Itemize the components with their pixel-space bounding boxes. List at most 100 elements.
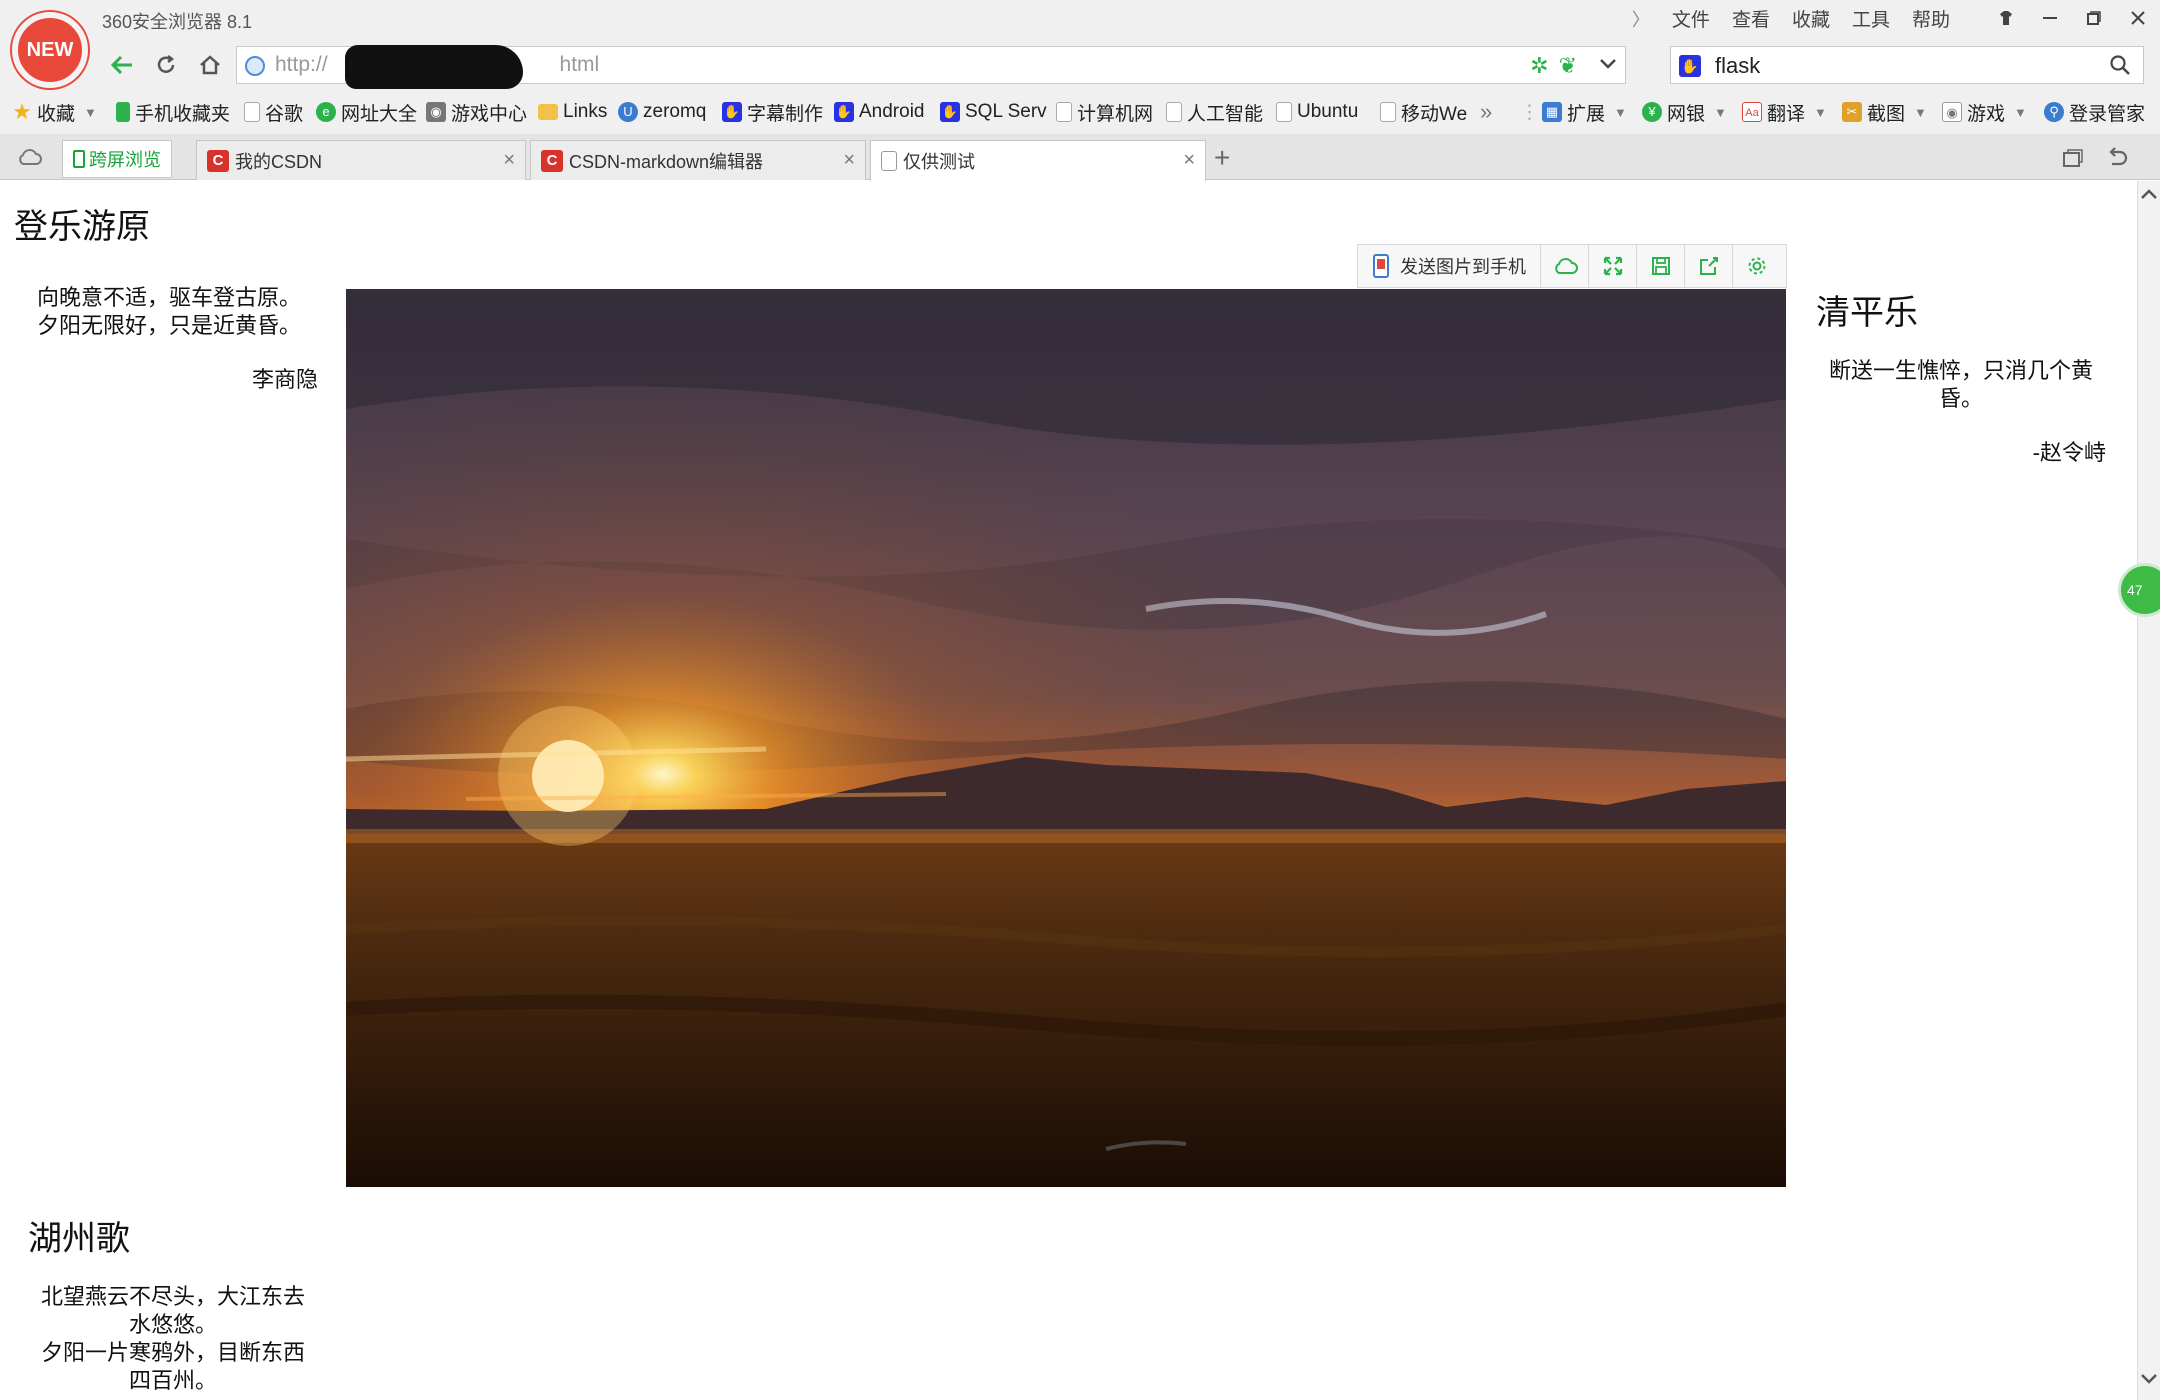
fullscreen-button[interactable] <box>1589 245 1637 287</box>
caret-down-icon[interactable]: ▼ <box>1614 105 1627 120</box>
more-bookmarks-icon[interactable]: » <box>1480 98 1492 126</box>
bookmark-item[interactable]: 谷歌 <box>244 98 303 126</box>
bookmarks-bar: ★ 收藏 ▼ 手机收藏夹 谷歌 e 网址大全 ◉ 游戏中心 Links U ze… <box>0 90 2160 134</box>
chevron-right-icon[interactable]: 〉 <box>1632 6 1650 32</box>
separator: ⋮ <box>1520 101 1539 123</box>
baidu-paw-icon[interactable]: ✋ <box>1679 55 1701 77</box>
csdn-icon: C <box>207 149 229 172</box>
page-icon <box>1166 102 1182 122</box>
gamepad-icon: ◉ <box>426 102 446 122</box>
search-icon[interactable] <box>2109 54 2131 76</box>
bookmark-item[interactable]: 移动We <box>1380 98 1467 126</box>
bookmark-label: 字幕制作 <box>747 103 824 125</box>
address-bar[interactable]: http:// html ✲ ❦ <box>236 45 1626 89</box>
poem-line: 水悠悠。 <box>128 1313 217 1338</box>
poem-title: 湖州歌 <box>28 1219 130 1259</box>
menu-favorites[interactable]: 收藏 <box>1792 5 1830 32</box>
bookmark-item[interactable]: 计算机网 <box>1056 98 1153 126</box>
bookmark-item[interactable]: 人工智能 <box>1166 98 1263 126</box>
close-tab-icon[interactable]: × <box>503 149 515 172</box>
tab-test-page[interactable]: 仅供测试 × <box>870 140 1206 181</box>
cloud-icon[interactable] <box>16 148 42 171</box>
back-button[interactable] <box>102 46 142 84</box>
u-icon: U <box>618 102 638 122</box>
toolbar-screenshot[interactable]: ✂ 截图 ▼ <box>1842 98 1927 126</box>
tab-list-icon[interactable] <box>2062 148 2084 173</box>
tab-label: 仅供测试 <box>903 152 975 172</box>
bookmark-item[interactable]: 手机收藏夹 <box>116 98 230 126</box>
menu-tools[interactable]: 工具 <box>1852 5 1890 32</box>
bookmark-item[interactable]: Ubuntu <box>1276 98 1358 126</box>
address-bar-icons: ✲ ❦ <box>1530 53 1577 79</box>
caret-down-icon[interactable]: ▼ <box>2014 105 2027 120</box>
tab-csdn-markdown[interactable]: C CSDN-markdown编辑器 × <box>530 140 866 180</box>
bookmark-label: 游戏中心 <box>451 103 528 125</box>
close-tab-icon[interactable]: × <box>1183 149 1195 172</box>
menu-help[interactable]: 帮助 <box>1912 5 1950 32</box>
poem-line: 昏。 <box>1938 387 1983 412</box>
minimize-button[interactable] <box>2028 0 2072 36</box>
save-image-button[interactable] <box>1637 245 1685 287</box>
scroll-up-icon[interactable] <box>2138 185 2160 209</box>
restore-button[interactable] <box>2072 0 2116 36</box>
leaf-icon[interactable]: ❦ <box>1559 53 1577 79</box>
poem-author: -赵令峙 <box>2032 441 2106 466</box>
scroll-down-icon[interactable] <box>2138 1370 2160 1394</box>
toolbar-label: 翻译 <box>1767 103 1806 125</box>
search-box[interactable]: ✋ flask <box>1670 46 2144 84</box>
chevron-down-icon[interactable] <box>1599 53 1617 79</box>
360-icon: e <box>316 102 336 122</box>
bookmark-item[interactable]: U zeromq <box>618 98 706 126</box>
send-to-phone-button[interactable]: 发送图片到手机 <box>1358 245 1541 287</box>
bookmark-label: Ubuntu <box>1297 101 1359 122</box>
tab-label: CSDN-markdown编辑器 <box>569 151 764 172</box>
cloud-save-button[interactable] <box>1541 245 1589 287</box>
caret-down-icon[interactable]: ▼ <box>1714 105 1727 120</box>
new-badge-icon[interactable]: NEW <box>12 12 88 88</box>
caret-down-icon[interactable]: ▼ <box>1914 105 1927 120</box>
bookmark-item[interactable]: ✋ Android <box>834 98 925 126</box>
refresh-button[interactable] <box>146 46 186 84</box>
grid-icon: ▦ <box>1542 102 1562 122</box>
tab-my-csdn[interactable]: C 我的CSDN × <box>196 140 526 180</box>
bookmark-item[interactable]: e 网址大全 <box>316 98 417 126</box>
close-tab-icon[interactable]: × <box>843 149 855 172</box>
cloud-icon <box>1554 258 1578 274</box>
share-image-button[interactable] <box>1685 245 1733 287</box>
cross-screen-button[interactable]: 跨屏浏览 <box>62 140 172 178</box>
caret-down-icon[interactable]: ▼ <box>84 105 97 120</box>
bookmark-label: Links <box>563 101 608 122</box>
new-tab-button[interactable]: + <box>1214 142 1230 174</box>
title-bar: NEW 360安全浏览器 8.1 〉 文件 查看 收藏 工具 帮助 <box>0 0 2160 88</box>
skin-icon[interactable] <box>1984 0 2028 36</box>
bottom-poem: 湖州歌 北望燕云不尽头，大江东去 水悠悠。 夕阳一片寒鸦外，目断东西 四百州。 <box>28 1211 318 1396</box>
app-title: 360安全浏览器 8.1 <box>102 12 253 32</box>
bookmark-item[interactable]: ◉ 游戏中心 <box>426 98 527 126</box>
toolbar-translate[interactable]: Aa 翻译 ▼ <box>1742 98 1827 126</box>
speed-icon[interactable]: ✲ <box>1530 53 1548 79</box>
undo-close-icon[interactable] <box>2106 146 2128 173</box>
search-input[interactable]: flask <box>1715 53 1760 79</box>
yen-icon: ¥ <box>1642 102 1662 122</box>
bookmark-item[interactable]: ✋ SQL Serv <box>940 98 1047 126</box>
toolbar-login-manager[interactable]: ⚲ 登录管家 <box>2044 98 2145 126</box>
image-settings-button[interactable] <box>1733 245 1781 287</box>
menu-view[interactable]: 查看 <box>1732 5 1770 32</box>
caret-down-icon[interactable]: ▼ <box>1814 105 1827 120</box>
toolbar-games[interactable]: ◉ 游戏 ▼ <box>1942 98 2027 126</box>
url-prefix: http:// <box>275 53 328 76</box>
bookmark-favorites[interactable]: ★ 收藏 ▼ <box>12 98 97 126</box>
key-icon: ⚲ <box>2044 102 2064 122</box>
bookmark-item[interactable]: Links <box>538 98 607 126</box>
home-button[interactable] <box>190 46 230 84</box>
close-window-button[interactable] <box>2116 0 2160 36</box>
url-suffix: html <box>559 53 600 76</box>
bookmark-item[interactable]: ✋ 字幕制作 <box>722 98 823 126</box>
menu-file[interactable]: 文件 <box>1672 5 1710 32</box>
phone-icon <box>73 150 85 168</box>
toolbar-extensions[interactable]: ▦ 扩展 ▼ <box>1542 98 1627 126</box>
toolbar-ebank[interactable]: ¥ 网银 ▼ <box>1642 98 1727 126</box>
poem-line: 夕阳无限好，只是近黄昏。 <box>36 314 301 339</box>
vertical-scrollbar[interactable]: 47 <box>2118 181 2160 1400</box>
bookmark-label: 手机收藏夹 <box>135 103 231 125</box>
